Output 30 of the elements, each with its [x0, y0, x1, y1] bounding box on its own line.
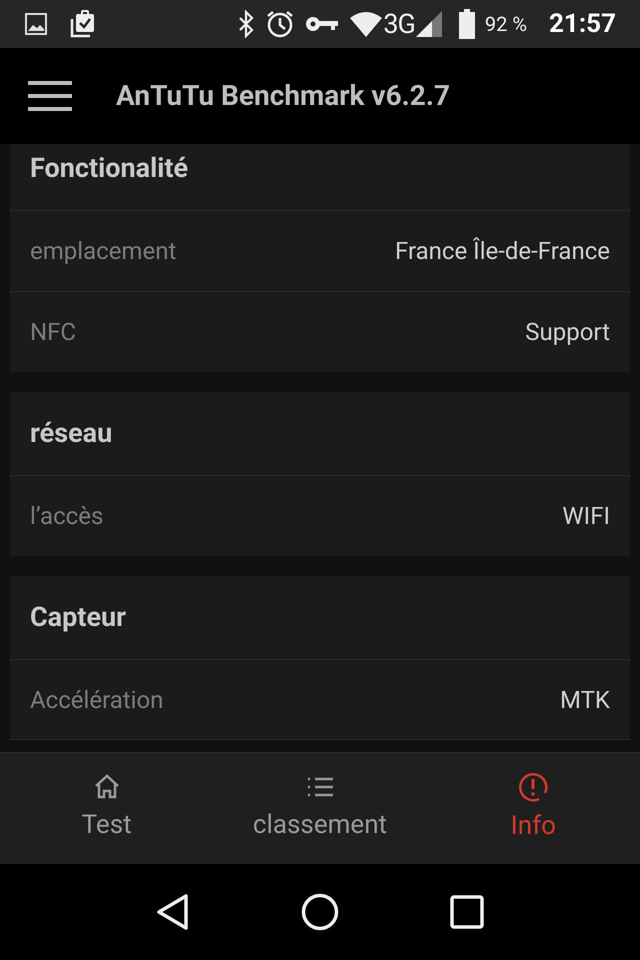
image-icon: [24, 12, 48, 36]
row-label: Accélération: [30, 684, 164, 716]
back-icon[interactable]: [156, 893, 190, 931]
section-title: Fonctionalité: [30, 151, 188, 186]
section-title: réseau: [30, 416, 112, 452]
nav-tab[interactable]: Test: [0, 753, 214, 864]
recents-square-icon[interactable]: [450, 895, 484, 929]
nav-tab[interactable]: classement: [213, 753, 427, 864]
app-title: AnTuTu Benchmark v6.2.7: [116, 78, 450, 114]
key-icon: [305, 15, 340, 33]
nav-tab[interactable]: Info: [426, 753, 640, 864]
battery-icon: [458, 9, 475, 39]
section-title: Capteur: [30, 600, 126, 636]
network-type: 3G: [383, 6, 415, 42]
row-value: MTK: [560, 684, 610, 716]
wifi-icon: [349, 10, 384, 38]
clock-time: 21:57: [549, 8, 616, 40]
battery-percent: 92 %: [484, 11, 527, 38]
row-value: France Île-de-France: [394, 236, 610, 267]
row-value: Support: [525, 317, 610, 348]
home-circle-icon[interactable]: [300, 893, 339, 931]
bluetooth-icon: [237, 10, 256, 38]
menu-icon[interactable]: [28, 79, 72, 113]
row-label: emplacement: [30, 236, 176, 267]
row-label: l’accès: [30, 501, 104, 532]
row-label: NFC: [30, 317, 76, 348]
alert-circle-icon: [517, 771, 550, 803]
row-value: WIFI: [562, 501, 610, 532]
signal-icon: [414, 10, 443, 38]
alarm-clock-icon: [265, 9, 296, 39]
